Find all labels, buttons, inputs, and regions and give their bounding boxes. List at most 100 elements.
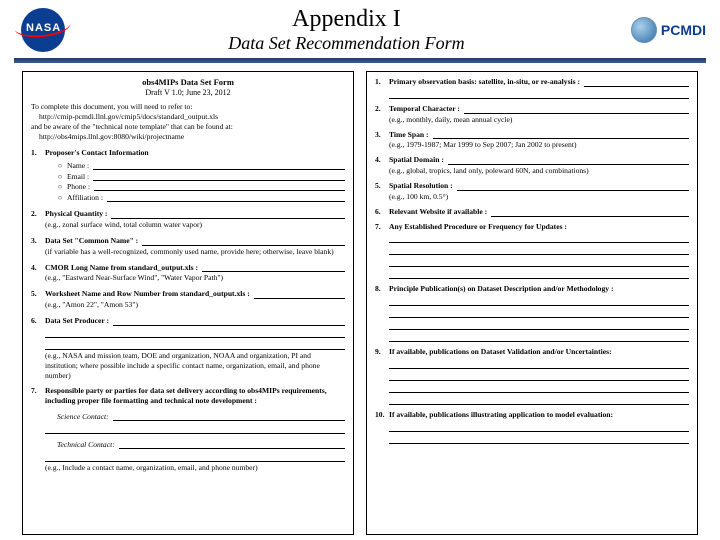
field-line[interactable]: [389, 243, 689, 255]
subhead-technical: Technical Contact:: [57, 440, 115, 450]
page-title: Appendix I: [72, 6, 621, 34]
item-hint: (e.g., 1979-1987; Mar 1999 to Sep 2007; …: [389, 140, 689, 150]
item-label: Principle Publication(s) on Dataset Desc…: [389, 284, 614, 293]
field-line[interactable]: [389, 318, 689, 330]
intro-line: http://obs4mips.llnl.gov:8080/wiki/proje…: [39, 132, 345, 142]
item-hint: (if variable has a well-recognized, comm…: [45, 247, 345, 257]
title-block: Appendix I Data Set Recommendation Form: [72, 6, 631, 54]
field-line[interactable]: [142, 237, 345, 246]
field-affiliation[interactable]: ○Affiliation :: [57, 192, 345, 203]
field-line[interactable]: [448, 156, 689, 165]
item-6: 6. Data Set Producer : (e.g., NASA and m…: [31, 316, 345, 380]
nasa-logo: NASA: [14, 6, 72, 54]
item-label: Any Established Procedure or Frequency f…: [389, 222, 567, 231]
item-hint: (e.g., NASA and mission team, DOE and or…: [45, 351, 345, 381]
item-label: Proposer's Contact Information: [45, 148, 149, 157]
item-hint: (e.g., monthly, daily, mean annual cycle…: [389, 115, 689, 125]
item-3: 3. Data Set "Common Name" : (if variable…: [31, 236, 345, 257]
item-hint: (e.g., global, tropics, land only, polew…: [389, 166, 689, 176]
field-line[interactable]: [389, 357, 689, 369]
field-line[interactable]: [389, 420, 689, 432]
item-label: Spatial Resolution :: [389, 181, 453, 191]
item-hint: (e.g., 100 km, 0.5°): [389, 192, 689, 202]
item-1: 1. Proposer's Contact Information ○Name …: [31, 148, 345, 203]
field-phone[interactable]: ○Phone :: [57, 181, 345, 192]
pcmdi-logo: PCMDI: [631, 17, 706, 43]
item-label: Temporal Character :: [389, 104, 460, 114]
field-line[interactable]: [389, 369, 689, 381]
field-line[interactable]: [113, 412, 345, 421]
form-page-2: 1. Primary observation basis: satellite,…: [366, 71, 698, 535]
form-subtitle: Draft V 1.0; June 23, 2012: [31, 88, 345, 98]
field-line[interactable]: [45, 338, 345, 350]
item-label: CMOR Long Name from standard_output.xls …: [45, 263, 198, 273]
item-r1: 1. Primary observation basis: satellite,…: [375, 77, 689, 99]
item-r6: 6. Relevant Website if available :: [375, 207, 689, 217]
field-line[interactable]: [389, 330, 689, 342]
pcmdi-logo-text: PCMDI: [661, 22, 706, 38]
field-line[interactable]: [119, 440, 345, 449]
item-label: Worksheet Name and Row Number from stand…: [45, 289, 250, 299]
item-label: If available, publications illustrating …: [389, 410, 613, 419]
field-line[interactable]: [389, 432, 689, 444]
field-line[interactable]: [111, 210, 345, 219]
item-r3: 3. Time Span : (e.g., 1979-1987; Mar 199…: [375, 130, 689, 151]
field-line[interactable]: [389, 267, 689, 279]
field-line[interactable]: [457, 182, 689, 191]
item-label: Primary observation basis: satellite, in…: [389, 77, 580, 87]
item-hint: (e.g., Include a contact name, organizat…: [45, 463, 345, 473]
field-line[interactable]: [389, 306, 689, 318]
field-line[interactable]: [464, 105, 689, 114]
item-label: If available, publications on Dataset Va…: [389, 347, 612, 356]
item-label: Relevant Website if available :: [389, 207, 487, 217]
item-5: 5. Worksheet Name and Row Number from st…: [31, 289, 345, 310]
field-line[interactable]: [254, 290, 345, 299]
item-r7: 7. Any Established Procedure or Frequenc…: [375, 222, 689, 280]
item-r4: 4. Spatial Domain : (e.g., global, tropi…: [375, 155, 689, 176]
form-title: obs4MIPs Data Set Form: [31, 77, 345, 88]
item-4: 4. CMOR Long Name from standard_output.x…: [31, 263, 345, 284]
field-line[interactable]: [45, 326, 345, 338]
field-line[interactable]: [389, 294, 689, 306]
globe-icon: [631, 17, 657, 43]
item-r10: 10. If available, publications illustrat…: [375, 410, 689, 444]
field-line[interactable]: [202, 263, 345, 272]
item-label: Data Set Producer :: [45, 316, 109, 326]
form-page-1: obs4MIPs Data Set Form Draft V 1.0; June…: [22, 71, 354, 535]
item-r5: 5. Spatial Resolution : (e.g., 100 km, 0…: [375, 181, 689, 202]
header: NASA Appendix I Data Set Recommendation …: [0, 0, 720, 56]
item-2: 2. Physical Quantity : (e.g., zonal surf…: [31, 209, 345, 230]
nasa-logo-text: NASA: [26, 22, 61, 34]
intro-line: and be aware of the "technical note temp…: [31, 122, 233, 131]
form-intro: To complete this document, you will need…: [31, 102, 345, 141]
field-line[interactable]: [389, 393, 689, 405]
item-label: Spatial Domain :: [389, 155, 444, 165]
field-line[interactable]: [389, 231, 689, 243]
item-r9: 9. If available, publications on Dataset…: [375, 347, 689, 405]
item-7: 7. Responsible party or parties for data…: [31, 386, 345, 472]
form-pages: obs4MIPs Data Set Form Draft V 1.0; June…: [0, 63, 720, 535]
field-line[interactable]: [45, 422, 345, 434]
intro-line: http://cmip-pcmdi.llnl.gov/cmip5/docs/st…: [39, 112, 345, 122]
field-line[interactable]: [584, 78, 689, 87]
field-line[interactable]: [45, 450, 345, 462]
item-hint: (e.g., "Amon 22", "Amon 53"): [45, 300, 345, 310]
item-r8: 8. Principle Publication(s) on Dataset D…: [375, 284, 689, 342]
field-line[interactable]: [113, 317, 345, 326]
item-hint: (e.g., "Eastward Near-Surface Wind", "Wa…: [45, 273, 345, 283]
field-line[interactable]: [491, 208, 689, 217]
field-line[interactable]: [389, 381, 689, 393]
field-email[interactable]: ○Email :: [57, 171, 345, 182]
field-line[interactable]: [433, 130, 689, 139]
item-hint: (e.g., zonal surface wind, total column …: [45, 220, 345, 230]
item-label: Physical Quantity :: [45, 209, 107, 219]
field-line[interactable]: [389, 255, 689, 267]
field-line[interactable]: [389, 87, 689, 99]
item-label: Data Set "Common Name" :: [45, 236, 138, 246]
item-label: Time Span :: [389, 130, 429, 140]
item-r2: 2. Temporal Character : (e.g., monthly, …: [375, 104, 689, 125]
item-label: Responsible party or parties for data se…: [45, 386, 327, 405]
field-name[interactable]: ○Name :: [57, 160, 345, 171]
page-subtitle: Data Set Recommendation Form: [72, 33, 621, 54]
subhead-science: Science Contact:: [57, 412, 109, 422]
